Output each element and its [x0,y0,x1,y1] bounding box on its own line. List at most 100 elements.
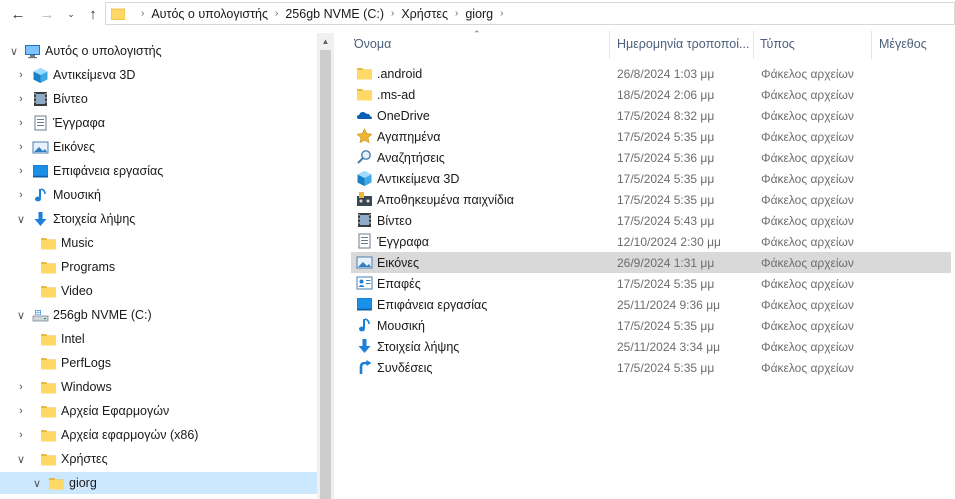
nav-tree-item[interactable]: › Αρχεία εφαρμογών (x86) [0,424,317,446]
file-type: Φάκελος αρχείων [761,361,854,375]
nav-tree-item[interactable]: PerfLogs [0,352,317,374]
recent-locations-chevron-icon[interactable]: ⌄ [60,4,82,24]
file-row[interactable]: Αποθηκευμένα παιχνίδια 17/5/2024 5:35 μμ Φ… [351,189,951,210]
nav-tree-item[interactable]: › Έγγραφα [0,112,317,134]
file-type: Φάκελος αρχείων [761,193,854,207]
file-name: Στοιχεία λήψης [377,340,460,354]
scroll-up-arrow-icon[interactable]: ▲ [317,33,334,50]
column-divider[interactable] [609,31,610,59]
chevron-down-icon[interactable]: ∨ [9,46,19,58]
forward-arrow-icon[interactable]: → [36,4,58,24]
file-name: OneDrive [377,109,430,123]
downloads-icon [32,211,49,227]
file-row[interactable]: Αντικείμενα 3D 17/5/2024 5:35 μμ Φάκελος α… [351,168,951,189]
file-row[interactable]: Στοιχεία λήψης 25/11/2024 3:34 μμ Φάκελος … [351,336,951,357]
breadcrumb-separator-icon[interactable]: › [391,8,394,19]
computer-icon [24,43,41,59]
breadcrumb-separator-icon[interactable]: › [275,8,278,19]
back-arrow-icon[interactable]: ← [7,4,29,24]
file-date-modified: 18/5/2024 2:06 μμ [617,88,715,102]
chevron-right-icon[interactable]: › [16,189,26,201]
nav-tree-item[interactable]: › Αντικείμενα 3D [0,64,317,86]
nav-tree-item[interactable]: › Βίντεο [0,88,317,110]
nav-tree-item[interactable]: ∨ giorg [0,472,317,494]
file-row[interactable]: Αναζητήσεις 17/5/2024 5:36 μμ Φάκελος αρχε… [351,147,951,168]
chevron-right-icon[interactable]: › [16,405,26,417]
column-header-type[interactable]: Τύπος [760,29,870,59]
column-divider[interactable] [871,31,872,59]
file-type: Φάκελος αρχείων [761,88,854,102]
file-row[interactable]: Συνδέσεις 17/5/2024 5:35 μμ Φάκελος αρχείω… [351,357,951,378]
nav-tree-item[interactable]: Intel [0,328,317,350]
file-row[interactable]: .android 26/8/2024 1:03 μμ Φάκελος αρχείων [351,63,951,84]
nav-tree-item[interactable]: › Μουσική [0,184,317,206]
file-row[interactable]: .ms-ad 18/5/2024 2:06 μμ Φάκελος αρχείων [351,84,951,105]
breadcrumb-item[interactable]: Αυτός ο υπολογιστής [151,7,268,21]
breadcrumb-item[interactable]: Χρήστες [401,7,448,21]
chevron-right-icon[interactable]: › [16,117,26,129]
folder-icon [356,86,373,102]
nav-tree-label: Video [61,284,93,298]
chevron-right-icon[interactable]: › [16,429,26,441]
nav-tree-label: Έγγραφα [53,116,105,130]
address-bar[interactable]: › Αυτός ο υπολογιστής › 256gb NVME (C:) › Χρή… [105,2,955,25]
scrollbar-thumb[interactable] [320,50,331,499]
column-header-size[interactable]: Μέγεθος [879,29,949,59]
nav-tree-label: Music [61,236,94,250]
chevron-down-icon[interactable]: ∨ [16,214,26,226]
file-row[interactable]: Μουσική 17/5/2024 5:35 μμ Φάκελος αρχείων [351,315,951,336]
file-row[interactable]: Έγγραφα 12/10/2024 2:30 μμ Φάκελος αρχείων [351,231,951,252]
file-row[interactable]: Εικόνες 26/9/2024 1:31 μμ Φάκελος αρχείων [351,252,951,273]
chevron-right-icon[interactable]: › [16,165,26,177]
file-name: Βίντεο [377,214,412,228]
column-divider[interactable] [753,31,754,59]
chevron-down-icon[interactable]: ∨ [16,310,26,322]
chevron-right-icon[interactable]: › [16,141,26,153]
up-arrow-icon[interactable]: ↑ [82,4,104,24]
file-row[interactable]: Βίντεο 17/5/2024 5:43 μμ Φάκελος αρχείων [351,210,951,231]
nav-tree-item[interactable]: ∨ Στοιχεία λήψης [0,208,317,230]
nav-tree-item[interactable]: ∨ Αυτός ο υπολογιστής [0,40,317,62]
file-date-modified: 17/5/2024 5:43 μμ [617,214,715,228]
file-name: Εικόνες [377,256,420,270]
nav-tree-item[interactable]: › Windows [0,376,317,398]
file-row[interactable]: Επαφές 17/5/2024 5:35 μμ Φάκελος αρχείων [351,273,951,294]
nav-tree-label: Αντικείμενα 3D [53,68,136,82]
breadcrumb-item[interactable]: giorg [465,7,493,21]
nav-tree-label: Στοιχεία λήψης [53,212,136,226]
nav-tree-item[interactable]: ∨ 256gb NVME (C:) [0,304,317,326]
onedrive-icon [356,107,373,123]
file-row[interactable]: Αγαπημένα 17/5/2024 5:35 μμ Φάκελος αρχείω… [351,126,951,147]
chevron-right-icon[interactable]: › [16,69,26,81]
folder-icon [40,379,57,395]
column-header-name[interactable]: Όνομα [354,29,609,59]
file-row[interactable]: OneDrive 17/5/2024 8:32 μμ Φάκελος αρχείων [351,105,951,126]
chevron-right-icon[interactable]: › [16,93,26,105]
file-row[interactable]: Επιφάνεια εργασίας 25/11/2024 9:36 μμ Φάκε… [351,294,951,315]
breadcrumb-item[interactable]: 256gb NVME (C:) [285,7,384,21]
file-date-modified: 17/5/2024 5:35 μμ [617,193,715,207]
chevron-down-icon[interactable]: ∨ [32,478,42,490]
nav-tree-item[interactable]: › Επιφάνεια εργασίας [0,160,317,182]
nav-tree-item[interactable]: Programs [0,256,317,278]
nav-tree-item[interactable]: › Εικόνες [0,136,317,158]
file-date-modified: 25/11/2024 9:36 μμ [617,298,721,312]
3d-objects-icon [356,170,373,186]
chevron-right-icon[interactable]: › [16,381,26,393]
chevron-down-icon[interactable]: ∨ [16,454,26,466]
file-type: Φάκελος αρχείων [761,109,854,123]
breadcrumb-separator-icon[interactable]: › [141,8,144,19]
nav-tree-item[interactable]: › Αρχεία Εφαρμογών [0,400,317,422]
file-type: Φάκελος αρχείων [761,340,854,354]
column-header-date[interactable]: Ημερομηνία τροποποί... [617,29,752,59]
navigation-bar: ← → ⌄ ↑ › Αυτός ο υπολογιστής › 256gb NVME … [0,0,955,29]
nav-tree-item[interactable]: ∨ Χρήστες [0,448,317,470]
breadcrumb-separator-icon[interactable]: › [455,8,458,19]
nav-tree-item[interactable]: Video [0,280,317,302]
file-type: Φάκελος αρχείων [761,235,854,249]
file-type: Φάκελος αρχείων [761,319,854,333]
nav-tree-item[interactable]: Music [0,232,317,254]
navigation-pane-scrollbar[interactable]: ▲ [317,33,334,499]
breadcrumb-separator-icon[interactable]: › [500,8,503,19]
file-name: Έγγραφα [377,235,429,249]
